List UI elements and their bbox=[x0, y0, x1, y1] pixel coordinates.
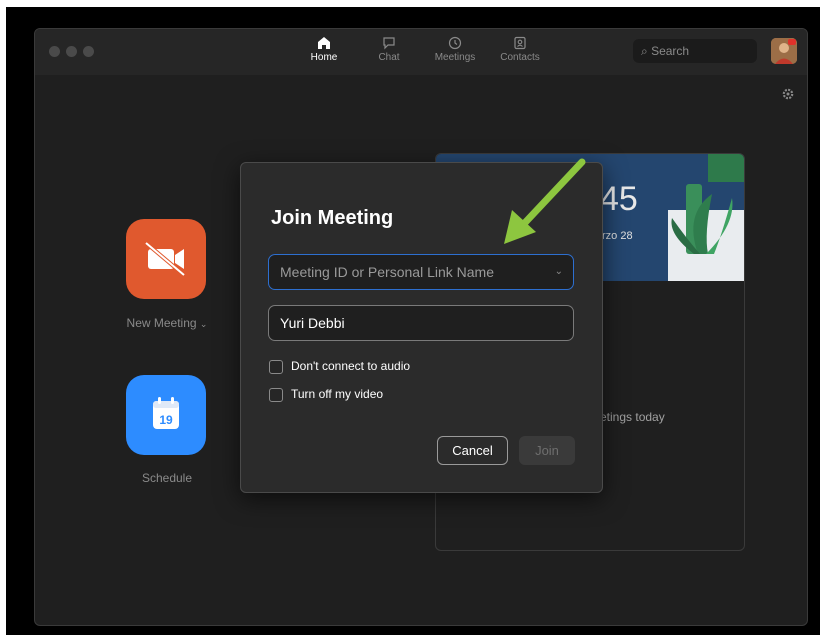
chevron-down-icon: ⌄ bbox=[199, 319, 208, 329]
turn-off-video-label[interactable]: Turn off my video bbox=[291, 387, 383, 401]
search-icon: ⌕ bbox=[641, 44, 648, 58]
join-button[interactable]: Join bbox=[519, 436, 575, 465]
tab-contacts[interactable]: Contacts bbox=[490, 36, 550, 63]
dont-connect-audio-label[interactable]: Don't connect to audio bbox=[291, 359, 410, 373]
turn-off-video-checkbox[interactable] bbox=[269, 388, 283, 402]
search-box[interactable]: ⌕ Search bbox=[633, 39, 757, 63]
video-off-icon bbox=[144, 241, 186, 277]
tab-chat-label: Chat bbox=[378, 52, 400, 63]
new-meeting-text: New Meeting bbox=[126, 316, 197, 330]
annotation-arrow bbox=[504, 158, 586, 244]
no-meetings-text: etings today bbox=[600, 410, 665, 424]
dialog-title: Join Meeting bbox=[271, 207, 394, 229]
tab-meetings-label: Meetings bbox=[434, 52, 476, 63]
current-time: 45 bbox=[600, 180, 638, 218]
tab-chat[interactable]: Chat bbox=[359, 36, 419, 63]
meeting-id-input[interactable]: Meeting ID or Personal Link Name ⌄ bbox=[268, 254, 574, 290]
display-name-value: Yuri Debbi bbox=[280, 315, 345, 331]
search-label: Search bbox=[651, 44, 690, 58]
new-meeting-label[interactable]: New Meeting ⌄ bbox=[97, 316, 237, 330]
new-meeting-button[interactable] bbox=[126, 219, 206, 299]
zoom-window-button[interactable] bbox=[83, 46, 94, 57]
notification-badge bbox=[788, 39, 796, 45]
dont-connect-audio-checkbox[interactable] bbox=[269, 360, 283, 374]
title-bar: Home Chat Meetings Contacts ⌕ Search bbox=[35, 29, 807, 75]
schedule-label: Schedule bbox=[141, 471, 193, 485]
chat-icon bbox=[383, 37, 395, 50]
contacts-icon bbox=[514, 36, 526, 50]
clock-icon bbox=[448, 36, 462, 50]
meeting-id-placeholder: Meeting ID or Personal Link Name bbox=[280, 264, 494, 280]
calendar-icon: 19 bbox=[153, 397, 179, 429]
gear-icon[interactable] bbox=[781, 87, 795, 101]
chevron-down-icon[interactable]: ⌄ bbox=[555, 255, 563, 289]
schedule-button[interactable]: 19 bbox=[126, 375, 206, 455]
tab-contacts-label: Contacts bbox=[500, 52, 540, 63]
calendar-day: 19 bbox=[159, 413, 173, 427]
current-date: rzo 28 bbox=[602, 230, 633, 242]
minimize-window-button[interactable] bbox=[66, 46, 77, 57]
tab-home-label: Home bbox=[310, 52, 338, 63]
tab-home[interactable]: Home bbox=[294, 36, 354, 63]
tab-meetings[interactable]: Meetings bbox=[425, 36, 485, 63]
cancel-button[interactable]: Cancel bbox=[437, 436, 508, 465]
display-name-input[interactable]: Yuri Debbi bbox=[268, 305, 574, 341]
home-icon bbox=[318, 37, 330, 49]
close-window-button[interactable] bbox=[49, 46, 60, 57]
avatar[interactable] bbox=[771, 38, 797, 64]
